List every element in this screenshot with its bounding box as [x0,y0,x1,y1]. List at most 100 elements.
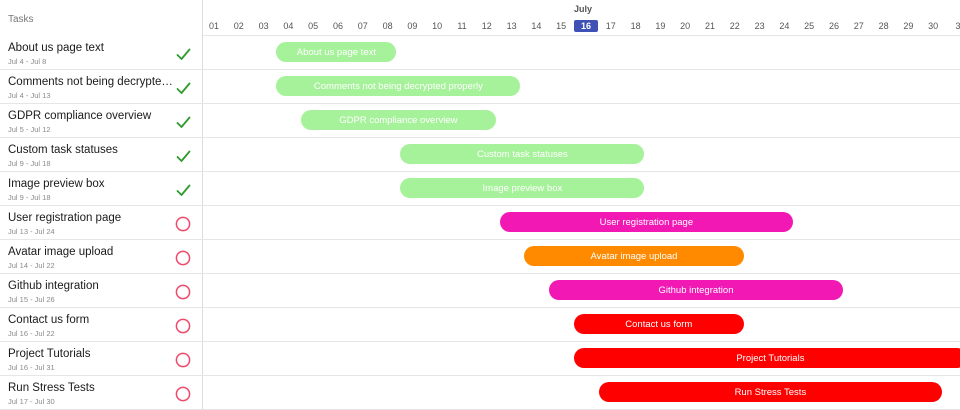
task-row[interactable]: Run Stress Tests Jul 17 - Jul 30 [0,376,203,410]
task-bar[interactable]: GDPR compliance overview [301,110,496,130]
task-row[interactable]: Github integration Jul 15 - Jul 26 [0,274,203,308]
today-day-label: 16 [574,20,598,32]
circle-icon[interactable] [175,250,191,266]
task-name: GDPR compliance overview [8,110,152,122]
task-row[interactable]: Image preview box Jul 9 - Jul 18 [0,172,203,206]
day-label: 05 [308,21,319,31]
day-label: 29 [903,21,914,31]
circle-icon[interactable] [175,386,191,402]
check-icon[interactable] [175,148,191,164]
task-name: Comments not being decrypted properly [8,76,176,88]
task-dates: Jul 4 - Jul 8 [8,57,47,66]
task-name: Custom task statuses [8,144,118,156]
task-bar[interactable]: User registration page [499,212,794,232]
task-bar[interactable]: Github integration [549,280,843,300]
day-label: 04 [283,21,294,31]
timeline-row: User registration page [203,206,960,240]
day-label: 06 [332,21,343,31]
task-name: Contact us form [8,314,90,326]
task-row[interactable]: Custom task statuses Jul 9 - Jul 18 [0,138,203,172]
task-dates: Jul 4 - Jul 13 [8,91,51,100]
task-bar[interactable]: About us page text [276,42,397,62]
task-name: User registration page [8,212,122,224]
task-bar[interactable]: Avatar image upload [524,246,744,266]
day-label: 10 [432,21,443,31]
timeline-row: Avatar image upload [203,240,960,274]
day-label: 17 [605,21,616,31]
day-label: 26 [828,21,839,31]
task-dates: Jul 16 - Jul 22 [8,329,55,338]
gantt-chart-app: Tasks About us page text Jul 4 - Jul 8 Com… [0,0,960,410]
task-row[interactable]: GDPR compliance overview Jul 5 - Jul 12 [0,104,203,138]
tasks-column-header: Tasks [8,14,34,25]
task-dates: Jul 5 - Jul 12 [8,125,51,134]
check-icon[interactable] [175,182,191,198]
task-row[interactable]: User registration page Jul 13 - Jul 24 [0,206,203,240]
day-label: 23 [754,21,765,31]
day-label: 15 [556,21,567,31]
day-label: 22 [729,21,740,31]
circle-icon[interactable] [175,284,191,300]
day-label: 08 [382,21,393,31]
day-label: 01 [208,21,219,31]
timeline-row: Github integration [203,274,960,308]
timeline-row: Run Stress Tests [203,376,960,410]
timeline-row: Comments not being decrypted properly [203,70,960,104]
day-label: 30 [928,21,939,31]
timeline-row: About us page text [203,36,960,70]
task-dates: Jul 9 - Jul 18 [8,159,51,168]
timeline-row: Custom task statuses [203,138,960,172]
day-label: 20 [680,21,691,31]
day-label: 25 [804,21,815,31]
task-dates: Jul 15 - Jul 26 [8,295,55,304]
day-label: 12 [481,21,492,31]
task-list-panel: Tasks About us page text Jul 4 - Jul 8 Com… [0,0,203,410]
check-icon[interactable] [175,80,191,96]
task-dates: Jul 13 - Jul 24 [8,227,55,236]
day-label: 19 [655,21,666,31]
task-dates: Jul 14 - Jul 22 [8,261,55,270]
circle-icon[interactable] [175,318,191,334]
task-bar[interactable]: Contact us form [574,314,744,334]
task-name: Project Tutorials [8,348,91,360]
day-label: 11 [457,21,467,31]
task-name: Github integration [8,280,99,292]
task-row[interactable]: Project Tutorials Jul 16 - Jul 31 [0,342,203,376]
task-bar[interactable]: Image preview box [400,178,645,198]
task-row[interactable]: Comments not being decrypted properly Jul… [0,70,203,104]
day-label: 07 [357,21,368,31]
timeline-row: Contact us form [203,308,960,342]
task-dates: Jul 16 - Jul 31 [8,363,55,372]
task-name: Image preview box [8,178,105,190]
day-label: 03 [258,21,269,31]
task-dates: Jul 17 - Jul 30 [8,397,55,406]
day-label: 02 [233,21,244,31]
day-label: 18 [630,21,641,31]
check-icon[interactable] [175,114,191,130]
timeline-row: Image preview box [203,172,960,206]
check-icon[interactable] [175,46,191,62]
timeline-panel: July 01 02 03 04 05 06 07 08 09 10 11 12 13 14 15 16 17 1… [203,0,960,410]
task-bar[interactable]: Project Tutorials [574,348,960,368]
month-label: July [574,4,593,14]
day-label: 28 [878,21,889,31]
day-label: 3 [955,21,960,31]
task-bar[interactable]: Custom task statuses [400,144,645,164]
task-name: Run Stress Tests [8,382,95,394]
task-row[interactable]: About us page text Jul 4 - Jul 8 [0,36,203,70]
circle-icon[interactable] [175,216,191,232]
day-label: 24 [779,21,790,31]
task-name: Avatar image upload [8,246,114,258]
task-row[interactable]: Contact us form Jul 16 - Jul 22 [0,308,203,342]
task-name: About us page text [8,42,104,54]
day-label: 13 [506,21,517,31]
circle-icon[interactable] [175,352,191,368]
task-row[interactable]: Avatar image upload Jul 14 - Jul 22 [0,240,203,274]
day-label: 21 [704,21,715,31]
task-bar[interactable]: Run Stress Tests [598,382,942,402]
task-bar[interactable]: Comments not being decrypted properly [276,76,521,96]
day-label: 09 [407,21,418,31]
day-label: 14 [531,21,542,31]
day-label: 27 [853,21,864,31]
timeline-row: Project Tutorials [203,342,960,376]
